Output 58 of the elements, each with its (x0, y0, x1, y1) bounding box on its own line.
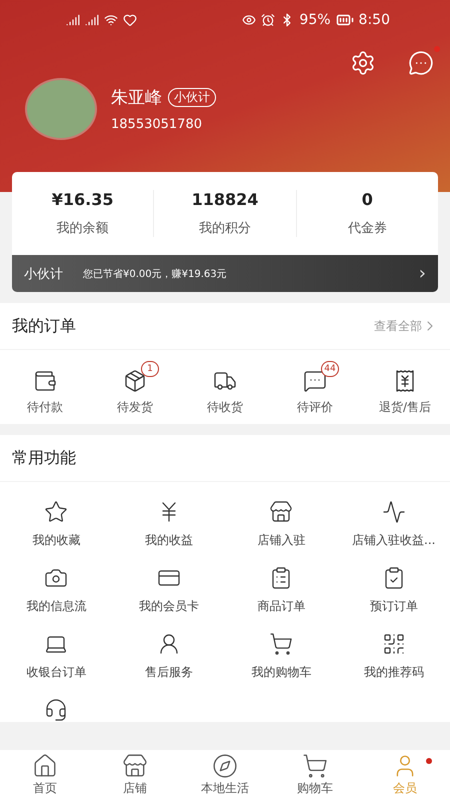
order-status-item[interactable]: 待付款 (0, 358, 90, 416)
stat-label: 代金券 (348, 220, 387, 237)
eye-icon (242, 13, 256, 27)
order-status-item[interactable]: 退货/售后 (360, 358, 450, 416)
role-badge: 小伙计 (168, 88, 216, 107)
feature-item[interactable]: 商品订单 (225, 566, 338, 615)
home-icon (32, 753, 58, 779)
phone-number: 18553051780 (111, 117, 203, 132)
wifi-icon (104, 13, 118, 27)
signal-icon (85, 13, 99, 27)
store-icon (122, 753, 148, 779)
feature-item[interactable]: 我的收益 (112, 500, 225, 549)
feature-item[interactable]: 售后服务 (112, 632, 225, 681)
store-icon (269, 500, 294, 524)
cart-icon (269, 632, 294, 656)
stat-label: 我的积分 (198, 220, 251, 237)
arrow-glyph: › (418, 263, 426, 284)
feature-item[interactable]: 我的购物车 (225, 632, 338, 681)
feature-item[interactable]: 我的会员卡 (112, 566, 225, 615)
alarm-icon (261, 13, 276, 27)
tab-item[interactable]: 本地生活 (180, 750, 270, 800)
chart-icon (382, 500, 406, 524)
signal-icon (66, 13, 80, 27)
order-status-item[interactable]: 44 待评价 (270, 358, 360, 416)
feature-item[interactable]: 预订订单 (338, 566, 450, 615)
count-badge: 1 (141, 360, 159, 376)
wallet-icon (33, 368, 57, 392)
user-name: 朱亚峰 (111, 87, 162, 109)
partner-bar[interactable]: 小伙计 您已节省¥0.00元，赚¥19.63元 › (12, 255, 438, 292)
tab-item[interactable]: 店铺 (90, 750, 180, 800)
star-icon (44, 500, 68, 524)
stat-value: ¥16.35 (52, 190, 114, 209)
order-status-item[interactable]: 待收货 (180, 358, 270, 416)
tab-item[interactable]: 购物车 (270, 750, 360, 800)
box-icon (123, 368, 147, 392)
feature-item[interactable]: 我的推荐码 (338, 632, 450, 681)
headset-icon (44, 698, 68, 722)
stat-value: 0 (362, 190, 373, 209)
count-badge: 44 (321, 360, 339, 376)
stat-label: 我的余额 (56, 220, 109, 237)
feature-item[interactable]: 店铺入驻收益... (338, 500, 450, 549)
partner-title: 小伙计 (24, 266, 63, 282)
section-title: 常用功能 (12, 448, 76, 468)
feature-item[interactable]: 我的信息流 (0, 566, 112, 615)
stat-value: 118824 (192, 190, 258, 209)
cart-icon (302, 753, 328, 779)
savings-text: 您已节省¥0.00元，赚¥19.63元 (83, 268, 228, 280)
heart-icon (123, 13, 137, 27)
battery-level: 95% (299, 12, 331, 28)
feature-item[interactable]: 我的收藏 (0, 500, 112, 549)
feature-item[interactable]: 收银台订单 (0, 632, 112, 681)
clock-time: 8:50 (358, 12, 390, 28)
section-title: 我的订单 (12, 316, 76, 336)
tab-item[interactable]: 首页 (0, 750, 90, 800)
qr-code-icon (382, 632, 406, 656)
feature-item[interactable]: 店铺入驻 (225, 500, 338, 549)
order-status-item[interactable]: 1 待发货 (90, 358, 180, 416)
compass-icon (212, 753, 238, 779)
